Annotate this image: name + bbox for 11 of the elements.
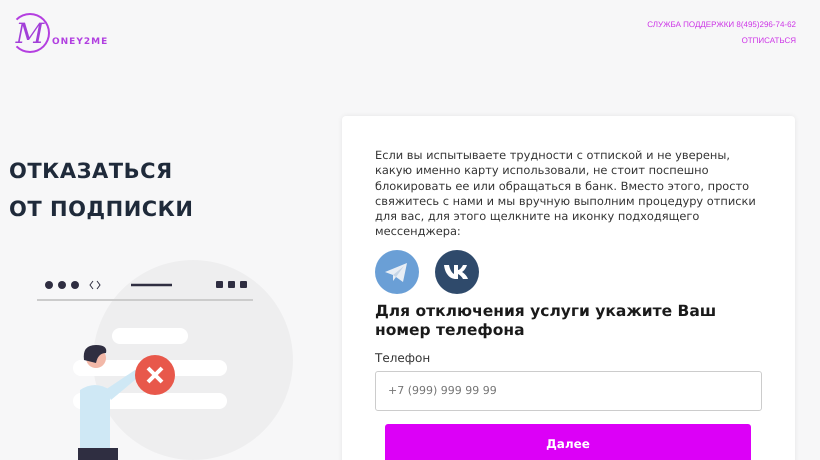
paper-plane-icon[interactable]	[375, 250, 419, 294]
logo-text: ONEY2ME	[52, 37, 108, 47]
phone-label: Телефон	[375, 350, 432, 365]
messenger-logo-icon[interactable]	[435, 250, 479, 294]
intro-text: Если вы испытываете трудности с отпиской и не уверены, какую именно карту использовали, не стоит поспешно блокировать ее или обращаться в банк. Вместо этого, просто свяжитесь с нами и мы вручную выполним процедуру отписки для вас, для этого щелкните на иконку подходящего мессенджера:	[375, 148, 757, 240]
next-button[interactable]: Далее	[385, 424, 751, 460]
unsubscribe-link[interactable]: ОТПИСАТЬСЯ	[742, 36, 796, 45]
phone-field[interactable]: +7 (999) 999 99 99	[375, 370, 762, 411]
form-heading: Для отключения услуги укажите Ваш номер телефона	[375, 302, 718, 340]
page-title: ОТКАЗАТЬСЯ ОТ ПОДПИСКИ	[8, 158, 194, 223]
support-phone-link[interactable]: СЛУЖБА ПОДДЕРЖКИ 8(495)296-74-62	[647, 20, 796, 29]
